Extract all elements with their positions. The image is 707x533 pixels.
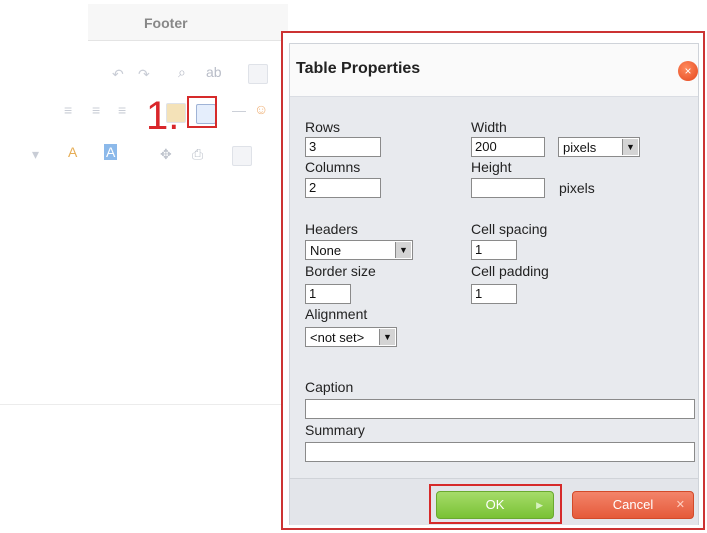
dialog-footer: OK ▶ Cancel ✕ [290, 478, 698, 525]
table-properties-dialog-outline: Table Properties × Rows 3 Columns 2 Head… [281, 31, 705, 530]
width-unit-value: pixels [563, 140, 597, 155]
width-unit-select[interactable]: pixels ▼ [558, 137, 640, 157]
rows-input[interactable]: 3 [305, 137, 381, 157]
summary-input[interactable] [305, 442, 695, 462]
dialog-title: Table Properties [296, 60, 421, 77]
border-size-label: Border size [305, 263, 376, 279]
divider [0, 404, 290, 405]
height-unit-label: pixels [559, 180, 595, 196]
text-color-icon[interactable]: A [68, 144, 77, 160]
chevron-down-icon: ▼ [379, 329, 395, 345]
step-1-annotation: 1. [146, 94, 180, 138]
width-input[interactable]: 200 [471, 137, 545, 157]
bg-color-icon[interactable]: A [104, 144, 118, 160]
rows-label: Rows [305, 119, 341, 135]
width-label: Width [471, 119, 507, 135]
cancel-button-label: Cancel [612, 497, 654, 512]
chevron-down-icon: ▼ [395, 242, 411, 258]
align-justify-icon[interactable]: ≡ [118, 102, 126, 118]
columns-label: Columns [305, 159, 361, 175]
ok-button[interactable]: OK ▶ [436, 491, 554, 519]
redo-icon[interactable]: ↷ [138, 66, 150, 83]
headers-label: Headers [305, 221, 358, 237]
border-size-input[interactable]: 1 [305, 284, 351, 304]
table-properties-dialog: Table Properties × Rows 3 Columns 2 Head… [289, 43, 699, 525]
emoticon-icon[interactable]: ☺ [254, 101, 268, 117]
height-input[interactable] [471, 178, 545, 198]
preview-icon[interactable]: ⎙ [192, 146, 203, 163]
footer-tab[interactable]: Footer [88, 4, 288, 41]
cancel-button[interactable]: Cancel ✕ [572, 491, 694, 519]
ok-button-label: OK [485, 497, 505, 512]
dialog-header: Table Properties × [290, 44, 698, 97]
paste-icon[interactable]: ▾ [32, 146, 39, 163]
find-icon[interactable]: ⌕ [178, 64, 186, 81]
alignment-label: Alignment [305, 306, 368, 322]
columns-input[interactable]: 2 [305, 178, 381, 198]
footer-tab-label: Footer [144, 15, 188, 31]
headers-select[interactable]: None ▼ [305, 240, 413, 260]
cell-padding-label: Cell padding [471, 263, 549, 279]
chevron-down-icon: ▼ [622, 139, 638, 155]
cell-spacing-input[interactable]: 1 [471, 240, 517, 260]
maximize-icon[interactable]: ✥ [160, 146, 172, 163]
select-all-icon[interactable] [248, 64, 268, 84]
close-icon[interactable]: × [678, 61, 698, 81]
summary-label: Summary [305, 422, 365, 438]
replace-icon[interactable]: ab [206, 64, 222, 80]
headers-select-value: None [310, 243, 342, 258]
arrow-right-icon: ▶ [536, 500, 543, 510]
cell-spacing-label: Cell spacing [471, 221, 548, 237]
close-icon: ✕ [675, 499, 685, 511]
table-icon-highlight [187, 96, 217, 128]
alignment-select-value: <not set> [310, 330, 365, 345]
align-center-icon[interactable]: ≡ [64, 102, 72, 118]
alignment-select[interactable]: <not set> ▼ [305, 327, 397, 347]
height-label: Height [471, 159, 512, 175]
caption-label: Caption [305, 379, 354, 395]
caption-input[interactable] [305, 399, 695, 419]
cell-padding-input[interactable]: 1 [471, 284, 517, 304]
horizontal-rule-icon[interactable]: — [232, 102, 246, 118]
undo-icon[interactable]: ↶ [112, 66, 124, 83]
align-right-icon[interactable]: ≡ [92, 102, 100, 118]
help-icon[interactable] [232, 146, 252, 166]
